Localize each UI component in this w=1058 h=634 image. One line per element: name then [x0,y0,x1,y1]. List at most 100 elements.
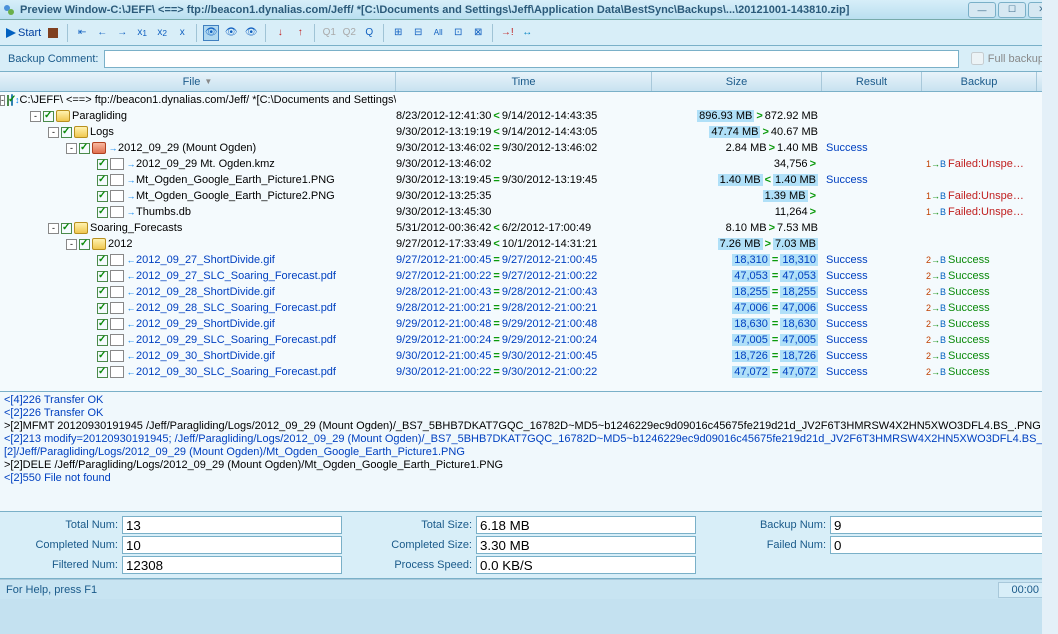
stop-button[interactable] [45,25,61,41]
row-checkbox[interactable] [97,271,108,282]
tree-row[interactable]: -↕C:\JEFF\ <==> ftp://beacon1.dynalias.c… [0,92,1058,108]
tree-row[interactable]: →Mt_Ogden_Google_Earth_Picture2.PNG9/30/… [0,188,1058,204]
row-checkbox[interactable] [97,335,108,346]
maximize-button[interactable]: ☐ [998,2,1026,18]
tool3-icon[interactable]: ⊡ [450,25,466,41]
row-checkbox[interactable] [61,127,72,138]
file-tree[interactable]: -↕C:\JEFF\ <==> ftp://beacon1.dynalias.c… [0,92,1058,392]
failed-num-field [830,536,1050,554]
toolbar: Start ⇤ ← → x1 x2 x 👁 👁 👁 ↓ ↑ Q1 Q2 Q ⊞ … [0,20,1058,46]
expand-toggle[interactable]: - [66,143,77,154]
row-checkbox[interactable] [7,95,9,106]
log-panel[interactable]: <[4]226 Transfer OK<[2]226 Transfer OK>[… [0,392,1058,512]
tree-row[interactable]: →2012_09_29 Mt. Ogden.kmz9/30/2012-13:46… [0,156,1058,172]
col-size[interactable]: Size [652,72,822,91]
up-red-icon[interactable]: ↑ [292,25,308,41]
expand-toggle[interactable]: - [48,223,59,234]
tree-row[interactable]: ←2012_09_27_SLC_Soaring_Forecast.pdf9/27… [0,268,1058,284]
file-icon [110,190,124,202]
start-button[interactable]: Start [6,27,41,39]
log-line: >[2]MFMT 20120930191945 /Jeff/Paraglidin… [4,420,1054,433]
file-icon [110,366,124,378]
col-time[interactable]: Time [396,72,652,91]
x1-icon[interactable]: x1 [134,25,150,41]
minimize-button[interactable]: — [968,2,996,18]
comment-input[interactable] [104,50,958,68]
tree-row[interactable]: ←2012_09_29_ShortDivide.gif9/29/2012-21:… [0,316,1058,332]
row-name: 2012_09_29 (Mount Ogden) [118,142,256,154]
tool4-icon[interactable]: ⊠ [470,25,486,41]
arrow-right-red-icon[interactable]: →! [499,25,515,41]
tree-row[interactable]: →Mt_Ogden_Google_Earth_Picture1.PNG9/30/… [0,172,1058,188]
row-name: Thumbs.db [136,206,191,218]
row-checkbox[interactable] [97,351,108,362]
view3-icon[interactable]: 👁 [243,25,259,41]
down-red-icon[interactable]: ↓ [272,25,288,41]
tree-row[interactable]: ←2012_09_29_SLC_Soaring_Forecast.pdf9/29… [0,332,1058,348]
tree-row[interactable]: →Thumbs.db9/30/2012-13:45:3011,264>1→BFa… [0,204,1058,220]
row-name: Logs [90,126,114,138]
tree-row[interactable]: -Paragliding8/23/2012-12:41:30<9/14/2012… [0,108,1058,124]
stats-panel: Total Num: Total Size: Backup Num: Compl… [0,512,1058,579]
tree-row[interactable]: ←2012_09_28_ShortDivide.gif9/28/2012-21:… [0,284,1058,300]
log-scrollbar[interactable] [1042,392,1058,512]
arrow-swap-icon[interactable]: ↔ [519,25,535,41]
tree-row[interactable]: -Logs9/30/2012-13:19:19<9/14/2012-14:43:… [0,124,1058,140]
row-checkbox[interactable] [61,223,72,234]
col-result[interactable]: Result [822,72,922,91]
tree-row[interactable]: -Soaring_Forecasts5/31/2012-00:36:42<6/2… [0,220,1058,236]
comment-row: Backup Comment: Full backup [0,46,1058,72]
row-checkbox[interactable] [97,303,108,314]
q1-icon[interactable]: Q1 [321,25,337,41]
col-backup[interactable]: Backup [922,72,1037,91]
x-icon[interactable]: x [174,25,190,41]
row-checkbox[interactable] [97,319,108,330]
backup-num-field [830,516,1050,534]
view2-icon[interactable]: 👁 [223,25,239,41]
expand-toggle[interactable]: - [30,111,41,122]
file-icon [110,334,124,346]
tree-row[interactable]: ←2012_09_27_ShortDivide.gif9/27/2012-21:… [0,252,1058,268]
nav-first-icon[interactable]: ⇤ [74,25,90,41]
view1-icon[interactable]: 👁 [203,25,219,41]
row-checkbox[interactable] [79,239,90,250]
nav-prev-icon[interactable]: ← [94,25,110,41]
row-checkbox[interactable] [97,175,108,186]
expand-toggle[interactable]: - [66,239,77,250]
q-icon[interactable]: Q [361,25,377,41]
tree-row[interactable]: ←2012_09_30_SLC_Soaring_Forecast.pdf9/30… [0,364,1058,380]
total-num-field [122,516,342,534]
row-checkbox[interactable] [97,159,108,170]
row-checkbox[interactable] [43,111,54,122]
nav-next-icon[interactable]: → [114,25,130,41]
sync-arrow-icon: ← [126,319,136,329]
tool-all-icon[interactable]: All [430,25,446,41]
status-help: For Help, press F1 [6,584,97,596]
col-file[interactable]: File▼ [0,72,396,91]
tree-row[interactable]: -→2012_09_29 (Mount Ogden)9/30/2012-13:4… [0,140,1058,156]
tool1-icon[interactable]: ⊞ [390,25,406,41]
sync-arrow-icon: → [108,143,118,153]
q2-icon[interactable]: Q2 [341,25,357,41]
tree-row[interactable]: ←2012_09_28_SLC_Soaring_Forecast.pdf9/28… [0,300,1058,316]
full-backup-check[interactable]: Full backup [971,52,1044,65]
log-line: <[2]213 modify=20120930191945; /Jeff/Par… [4,433,1054,446]
expand-toggle[interactable]: - [0,95,5,106]
row-checkbox[interactable] [97,367,108,378]
total-size-field [476,516,696,534]
tree-row[interactable]: ←2012_09_30_ShortDivide.gif9/30/2012-21:… [0,348,1058,364]
full-backup-checkbox[interactable] [971,52,984,65]
row-checkbox[interactable] [97,287,108,298]
row-checkbox[interactable] [97,207,108,218]
row-checkbox[interactable] [97,255,108,266]
row-checkbox[interactable] [97,191,108,202]
sync-arrow-icon: ← [126,271,136,281]
completed-size-field [476,536,696,554]
row-name: 2012_09_30_SLC_Soaring_Forecast.pdf [136,366,336,378]
tree-row[interactable]: -20129/27/2012-17:33:49<10/1/2012-14:31:… [0,236,1058,252]
sync-arrow-icon: ← [126,367,136,377]
expand-toggle[interactable]: - [48,127,59,138]
tool2-icon[interactable]: ⊟ [410,25,426,41]
row-checkbox[interactable] [79,143,90,154]
x2-icon[interactable]: x2 [154,25,170,41]
